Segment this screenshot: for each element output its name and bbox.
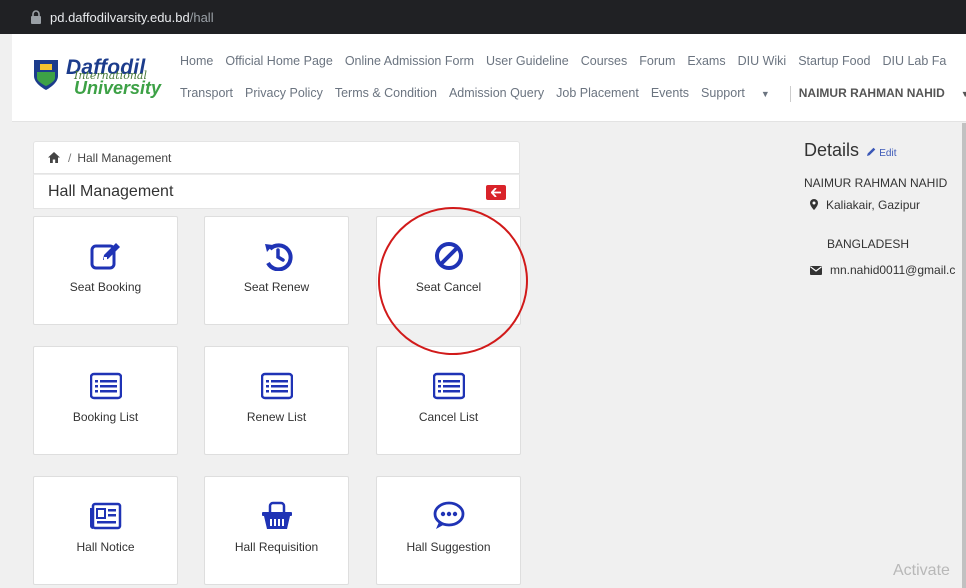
nav-link[interactable]: Events	[651, 86, 689, 100]
map-marker-icon	[810, 199, 818, 210]
nav-support-label: Support	[701, 86, 745, 101]
nav-link[interactable]: Transport	[180, 86, 233, 100]
details-title: Details	[804, 140, 860, 160]
logo-shield-icon	[34, 60, 58, 90]
url-path: /hall	[189, 9, 214, 25]
card-label: Hall Notice	[76, 540, 135, 554]
user-name: NAIMUR RAHMAN NAHID	[798, 86, 945, 101]
breadcrumb-current: Hall Management	[77, 150, 172, 165]
profile-email: mn.nahid0011@gmail.c	[830, 263, 956, 277]
card-hall-requisition[interactable]: Hall Requisition	[204, 476, 349, 585]
nav-row-primary: Home Official Home Page Online Admission F…	[180, 54, 958, 68]
edit-icon	[90, 243, 120, 270]
nav-link[interactable]: Official Home Page	[225, 54, 332, 68]
pencil-icon	[867, 147, 876, 156]
nav-divider	[789, 86, 791, 102]
university-logo[interactable]: Daffodil International University	[32, 52, 172, 102]
caret-down-icon: ▼	[760, 89, 770, 100]
nav-link[interactable]: Admission Query	[449, 86, 544, 100]
comment-icon	[433, 501, 464, 529]
card-seat-cancel[interactable]: Seat Cancel	[376, 216, 521, 325]
card-label: Renew List	[246, 410, 307, 424]
details-panel: Details Edit NAIMUR RAHMAN NAHID Kaliaka…	[804, 140, 966, 277]
home-icon[interactable]	[48, 152, 60, 163]
card-cancel-list[interactable]: Cancel List	[376, 346, 521, 455]
list-icon	[89, 372, 122, 400]
nav-link[interactable]: DIU Wiki	[738, 54, 787, 68]
activate-watermark: Activate	[893, 562, 950, 579]
card-seat-booking[interactable]: Seat Booking	[33, 216, 178, 325]
user-menu-dropdown[interactable]: NAIMUR RAHMAN NAHID ▼	[799, 86, 966, 100]
renew-icon	[264, 243, 293, 271]
page-title: Hall Management	[48, 182, 174, 200]
card-hall-suggestion[interactable]: Hall Suggestion	[376, 476, 521, 585]
card-renew-list[interactable]: Renew List	[204, 346, 349, 455]
card-label: Seat Renew	[243, 280, 310, 294]
list-icon	[260, 372, 293, 400]
edit-link[interactable]: Edit	[867, 147, 897, 159]
profile-address-row: Kaliakair, Gazipur	[810, 198, 920, 212]
nav-link[interactable]: Job Placement	[556, 86, 639, 100]
basket-icon	[261, 501, 292, 529]
card-label: Hall Requisition	[234, 540, 319, 554]
page-scrollbar[interactable]	[962, 123, 966, 588]
nav-link[interactable]: Exams	[687, 54, 725, 68]
nav-link[interactable]: Courses	[581, 54, 628, 68]
nav-link[interactable]: Startup Food	[798, 54, 870, 68]
card-label: Hall Suggestion	[406, 540, 491, 554]
profile-country: BANGLADESH	[827, 237, 910, 251]
card-hall-notice[interactable]: Hall Notice	[33, 476, 178, 585]
breadcrumb-separator: /	[68, 150, 72, 165]
profile-name: NAIMUR RAHMAN NAHID	[804, 176, 948, 190]
breadcrumb: / Hall Management	[33, 141, 520, 174]
nav-support-dropdown[interactable]: Support ▼	[701, 86, 782, 100]
card-seat-renew[interactable]: Seat Renew	[204, 216, 349, 325]
card-booking-list[interactable]: Booking List	[33, 346, 178, 455]
nav-link[interactable]: User Guideline	[486, 54, 569, 68]
profile-address: Kaliakair, Gazipur	[826, 198, 921, 212]
page-title-bar: Hall Management	[33, 174, 520, 209]
card-label: Cancel List	[418, 410, 479, 424]
site-header: Daffodil International University Home Of…	[12, 34, 966, 122]
arrow-left-icon	[491, 188, 501, 197]
caret-down-icon: ▼	[961, 89, 966, 99]
ban-icon	[434, 242, 463, 270]
list-icon	[432, 372, 465, 400]
back-button[interactable]	[486, 185, 506, 200]
card-label: Seat Cancel	[415, 280, 482, 294]
url-host: pd.daffodilvarsity.edu.bd	[50, 9, 190, 25]
profile-email-row: mn.nahid0011@gmail.c	[810, 263, 955, 277]
lock-icon	[31, 10, 41, 24]
envelope-icon	[810, 266, 822, 275]
nav-link[interactable]: Terms & Condition	[335, 86, 437, 100]
logo-text-university: University	[74, 78, 162, 98]
nav-link[interactable]: Privacy Policy	[245, 86, 323, 100]
nav-link[interactable]: Forum	[639, 54, 675, 68]
card-label: Seat Booking	[69, 280, 142, 294]
nav-link[interactable]: Home	[180, 54, 213, 68]
card-label: Booking List	[72, 410, 139, 424]
edit-label: Edit	[879, 148, 897, 159]
nav-link[interactable]: DIU Lab Fa	[882, 54, 946, 68]
newspaper-icon	[89, 502, 121, 530]
nav-link[interactable]: Online Admission Form	[345, 54, 474, 68]
nav-row-secondary: Transport Privacy Policy Terms & Condition…	[180, 86, 966, 102]
address-bar[interactable]: pd.daffodilvarsity.edu.bd/hall	[0, 0, 966, 34]
